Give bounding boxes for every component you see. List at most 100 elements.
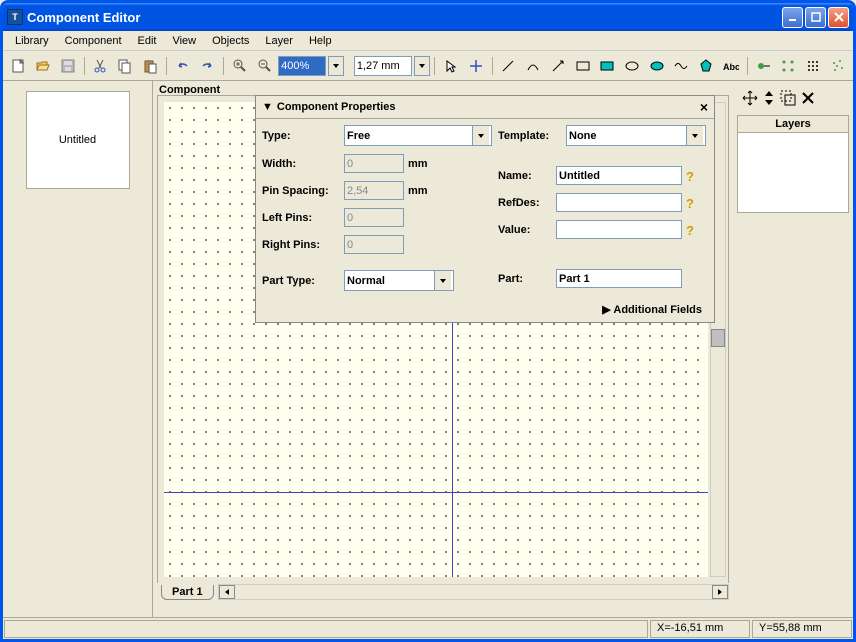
polygon-tool[interactable] (695, 55, 718, 77)
right-toolbar (737, 85, 849, 111)
template-select[interactable]: None (566, 125, 706, 146)
close-button[interactable] (828, 7, 849, 28)
parttype-select[interactable]: Normal (344, 270, 454, 291)
zoom-out-button[interactable] (253, 55, 276, 77)
parttype-label: Part Type: (262, 275, 340, 287)
menu-view[interactable]: View (164, 33, 204, 49)
additional-fields-toggle[interactable]: ▶ Additional Fields (256, 297, 714, 322)
menu-edit[interactable]: Edit (130, 33, 165, 49)
chevron-down-icon (686, 126, 703, 145)
layers-list[interactable] (737, 133, 849, 213)
copy-button[interactable] (114, 55, 137, 77)
delete-icon[interactable] (801, 91, 815, 105)
properties-close-button[interactable]: × (700, 99, 708, 115)
main-area: Untitled Component Part 1 (3, 81, 853, 617)
zoom-input[interactable] (278, 56, 326, 76)
rect-tool[interactable] (571, 55, 594, 77)
maximize-button[interactable] (805, 7, 826, 28)
horizontal-scrollbar[interactable] (218, 584, 729, 600)
left-panel: Untitled (3, 81, 153, 617)
menu-objects[interactable]: Objects (204, 33, 257, 49)
help-icon[interactable]: ? (686, 196, 700, 210)
rightpins-input[interactable] (344, 235, 404, 254)
type-label: Type: (262, 130, 340, 142)
name-label: Name: (498, 170, 552, 182)
name-input[interactable] (556, 166, 682, 185)
zoom-dropdown-button[interactable] (328, 56, 344, 76)
menu-help[interactable]: Help (301, 33, 340, 49)
vscroll-thumb[interactable] (711, 329, 725, 347)
part-input[interactable] (556, 269, 682, 288)
menu-component[interactable]: Component (57, 33, 130, 49)
thumb-label: Untitled (59, 134, 96, 146)
cut-button[interactable] (89, 55, 112, 77)
value-label: Value: (498, 224, 552, 236)
pinspacing-label: Pin Spacing: (262, 185, 340, 197)
refdes-label: RefDes: (498, 197, 552, 209)
save-button[interactable] (56, 55, 79, 77)
properties-title: Component Properties (277, 101, 396, 113)
svg-text:Abc: Abc (723, 62, 739, 72)
pinspacing-input[interactable] (344, 181, 404, 200)
grid-unit-dropdown-button[interactable] (414, 56, 430, 76)
paste-button[interactable] (139, 55, 162, 77)
hscroll-left-button[interactable] (219, 585, 235, 599)
grid-unit-input[interactable] (354, 56, 412, 76)
status-message (4, 620, 648, 638)
app-icon: T (7, 9, 23, 25)
zoom-in-button[interactable] (229, 55, 252, 77)
group-icon[interactable] (779, 89, 797, 107)
collapse-arrow-icon[interactable]: ▼ (262, 101, 273, 113)
dots-tool[interactable] (777, 55, 800, 77)
type-select[interactable]: Free (344, 125, 492, 146)
minimize-button[interactable] (782, 7, 803, 28)
properties-titlebar: ▼ Component Properties × (256, 96, 714, 119)
line-tool[interactable] (497, 55, 520, 77)
pointer-tool[interactable] (440, 55, 463, 77)
leftpins-input[interactable] (344, 208, 404, 227)
rightpins-label: Right Pins: (262, 239, 340, 251)
width-label: Width: (262, 158, 340, 170)
help-icon[interactable]: ? (686, 169, 700, 183)
filled-ellipse-tool[interactable] (645, 55, 668, 77)
part-label: Part: (498, 273, 552, 285)
refdes-input[interactable] (556, 193, 682, 212)
toolbar-separator (221, 55, 227, 77)
crosshair-tool[interactable] (464, 55, 487, 77)
arrow-tool[interactable] (546, 55, 569, 77)
wave-tool[interactable] (670, 55, 693, 77)
help-icon[interactable]: ? (686, 223, 700, 237)
pin-tool[interactable] (752, 55, 775, 77)
app-window: T Component Editor Library Component Edi… (0, 0, 856, 642)
status-y: Y=55,88 mm (752, 620, 852, 638)
hscroll-right-button[interactable] (712, 585, 728, 599)
text-tool[interactable]: Abc (720, 55, 743, 77)
canvas-area: Component Part 1 ▼ (153, 81, 733, 617)
new-button[interactable] (7, 55, 30, 77)
chevron-down-icon (434, 271, 451, 290)
titlebar: T Component Editor (3, 3, 853, 31)
grid-tool[interactable] (802, 55, 825, 77)
menubar: Library Component Edit View Objects Laye… (3, 31, 853, 51)
value-input[interactable] (556, 220, 682, 239)
origin-crosshair-h (164, 492, 708, 493)
scatter-tool[interactable] (826, 55, 849, 77)
width-unit: mm (408, 158, 432, 170)
menu-library[interactable]: Library (7, 33, 57, 49)
width-input[interactable] (344, 154, 404, 173)
arc-tool[interactable] (522, 55, 545, 77)
open-button[interactable] (32, 55, 55, 77)
component-thumbnail[interactable]: Untitled (26, 91, 130, 189)
updown-icon[interactable] (763, 89, 775, 107)
right-panel: Layers (733, 81, 853, 617)
status-x: X=-16,51 mm (650, 620, 750, 638)
filled-rect-tool[interactable] (596, 55, 619, 77)
move-icon[interactable] (741, 89, 759, 107)
properties-panel: ▼ Component Properties × Type: Free Widt… (255, 95, 715, 323)
toolbar-separator (432, 55, 438, 77)
redo-button[interactable] (196, 55, 219, 77)
menu-layer[interactable]: Layer (257, 33, 301, 49)
part-tab[interactable]: Part 1 (161, 585, 214, 600)
undo-button[interactable] (171, 55, 194, 77)
ellipse-tool[interactable] (621, 55, 644, 77)
